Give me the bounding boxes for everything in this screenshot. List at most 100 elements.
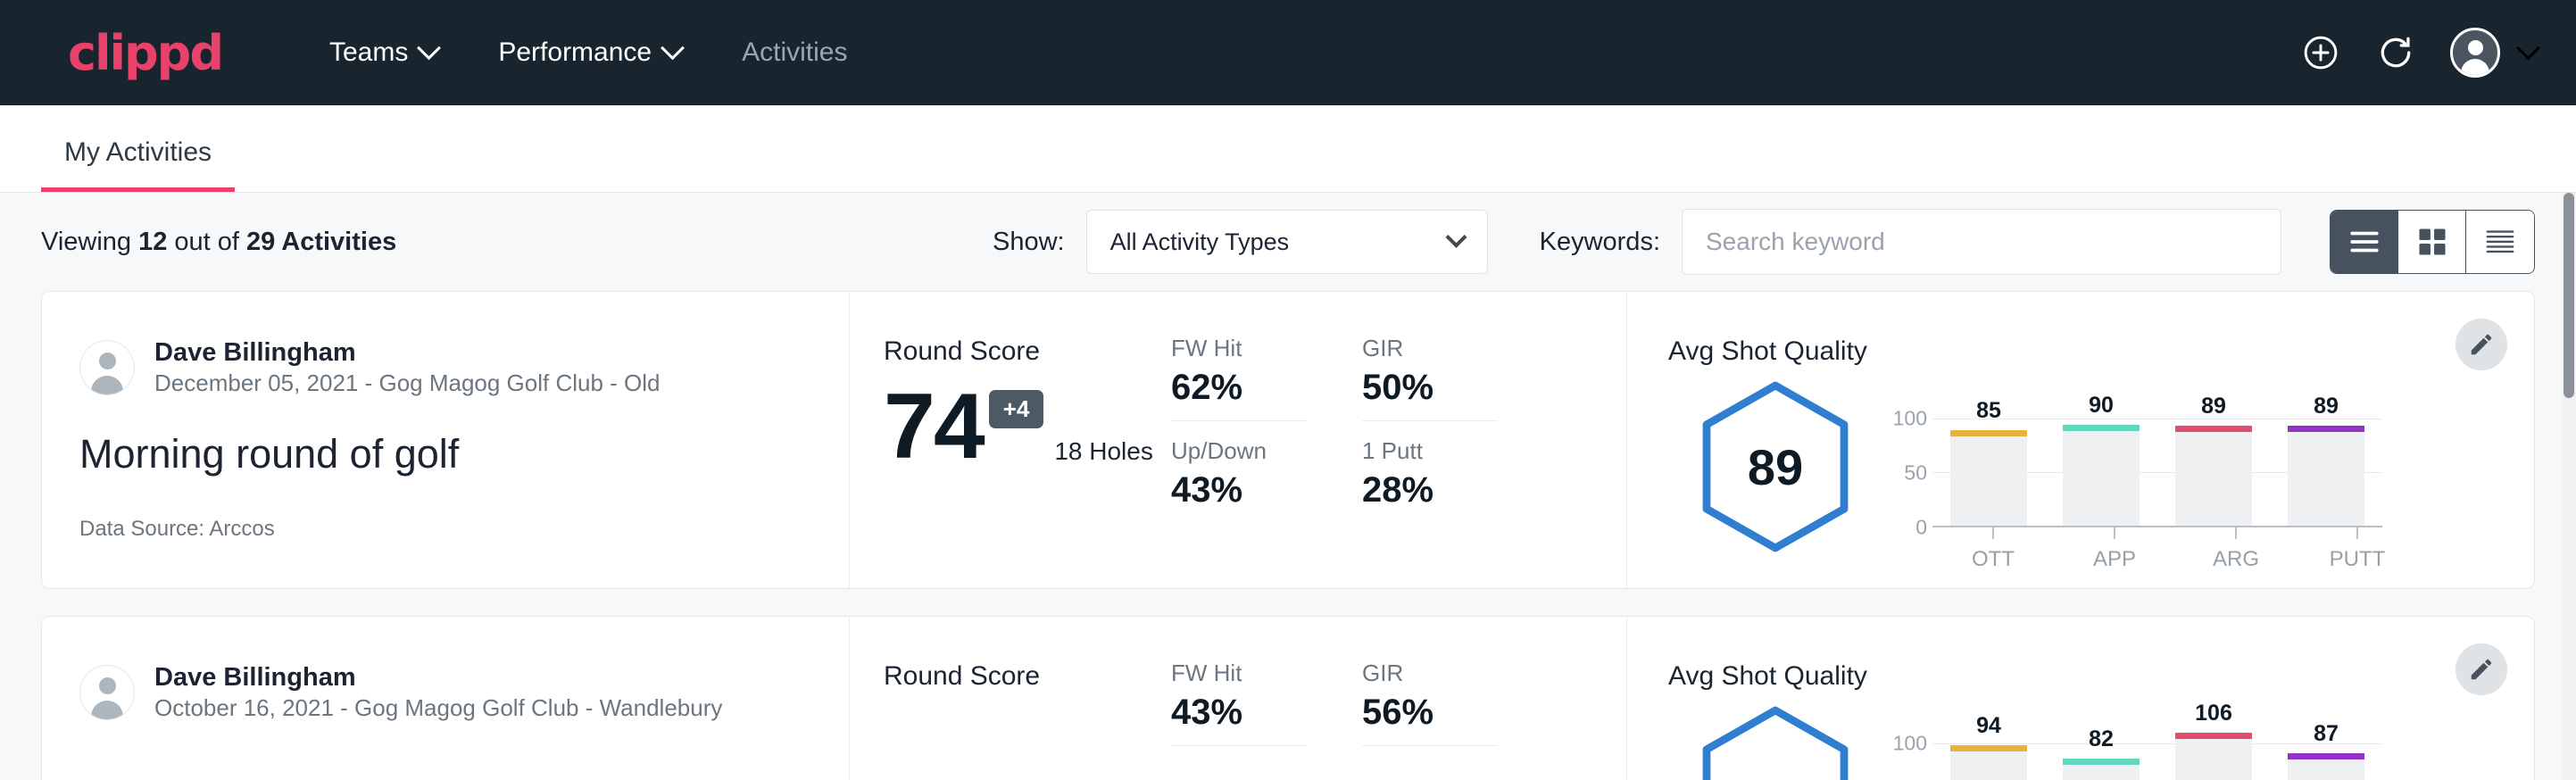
stat-one-putt: 1 Putt 28% (1362, 437, 1498, 510)
avg-shot-quality-label: Avg Shot Quality (1668, 336, 2534, 367)
activity-card[interactable]: Dave Billingham October 16, 2021 - Gog M… (41, 616, 2535, 780)
tab-label: My Activities (64, 137, 212, 167)
avatar (79, 340, 135, 395)
chart-bar-column: 85 (1950, 392, 2027, 526)
round-score-value-row: 74 +4 18 Holes (884, 378, 1171, 471)
avg-shot-quality-section: Avg Shot Quality 89 100 50 (1626, 292, 2534, 588)
avg-shot-quality-value: 89 (1697, 379, 1854, 554)
stat-label: GIR (1362, 660, 1498, 687)
chart-x-tick: PUTT (2319, 527, 2396, 572)
chart-bar (1950, 750, 2027, 780)
view-mode-compact-button[interactable] (2466, 211, 2534, 273)
tab-bar: My Activities (0, 105, 2576, 193)
stat-gir: GIR 56% (1362, 660, 1498, 746)
shot-quality-bar-chart: 100 50 0 948210687 OTTAPPARGPUTT (1882, 697, 2418, 780)
nav-item-activities[interactable]: Activities (711, 27, 877, 79)
nav-label-activities: Activities (742, 37, 847, 68)
stat-value: 50% (1362, 368, 1498, 408)
shot-quality-bar-chart: 100 50 0 85908989 OTTAPPARGPUTT (1882, 372, 2418, 572)
chart-x-tick: OTT (1955, 527, 2032, 572)
chart-y-axis: 100 50 0 (1882, 392, 1932, 527)
avatar (79, 665, 135, 720)
chart-y-axis: 100 50 0 (1882, 717, 1932, 780)
view-mode-toggle-group (2330, 210, 2535, 274)
edit-activity-button[interactable] (2456, 643, 2507, 695)
add-circle-icon[interactable] (2300, 32, 2341, 73)
chart-bar-column: 94 (1950, 717, 2027, 780)
chart-bar-column: 82 (2063, 717, 2140, 780)
round-score-value: 74 (884, 383, 984, 471)
stat-label: GIR (1362, 335, 1498, 362)
view-mode-grid-button[interactable] (2398, 211, 2466, 273)
pencil-icon (2468, 331, 2495, 358)
nav-label-teams: Teams (329, 37, 408, 68)
stat-label: FW Hit (1171, 660, 1307, 687)
activity-type-value: All Activity Types (1110, 228, 1290, 256)
account-menu[interactable] (2450, 28, 2537, 78)
activity-title: Morning round of golf (79, 431, 849, 477)
nav-item-teams[interactable]: Teams (299, 27, 468, 79)
stat-label: 1 Putt (1362, 437, 1498, 465)
activity-stats: FW Hit 43% GIR 56% (1171, 617, 1626, 780)
chart-x-label: OTT (1955, 547, 2032, 572)
score-diff-badge: +4 (989, 390, 1044, 428)
chart-bar-value: 89 (2288, 394, 2364, 419)
tick-mark (1992, 527, 1994, 539)
y-tick-0: 0 (1915, 516, 1927, 540)
filter-controls: Show: All Activity Types Keywords: (993, 209, 2535, 275)
activity-card[interactable]: Dave Billingham December 05, 2021 - Gog … (41, 291, 2535, 589)
chart-bar-value: 89 (2175, 394, 2252, 419)
tick-mark (2356, 527, 2358, 539)
search-input[interactable] (1706, 228, 2257, 256)
chart-bar-value: 94 (1950, 713, 2027, 739)
edit-activity-button[interactable] (2456, 319, 2507, 370)
activity-meta: December 05, 2021 - Gog Magog Golf Club … (154, 369, 661, 399)
chart-bar (2063, 429, 2140, 526)
nav-item-performance[interactable]: Performance (468, 27, 711, 79)
stat-value: 62% (1171, 368, 1307, 408)
scrollbar-thumb[interactable] (2564, 193, 2574, 398)
header-actions (2300, 28, 2537, 78)
chart-bar (2175, 737, 2252, 780)
stat-up-down: Up/Down 43% (1171, 437, 1307, 510)
filter-bar: Viewing 12 out of 29 Activities Show: Al… (0, 193, 2576, 291)
activity-type-select[interactable]: All Activity Types (1086, 210, 1488, 274)
activity-author: Dave Billingham October 16, 2021 - Gog M… (79, 661, 849, 724)
chart-plot-area: 94 82 106 87 (1932, 717, 2382, 780)
stat-gir: GIR 50% (1362, 335, 1498, 421)
chart-bar-column: 106 (2175, 717, 2252, 780)
brand-logo[interactable]: clippd (68, 25, 222, 81)
tick-mark (2114, 527, 2115, 539)
chart-x-label: PUTT (2319, 547, 2396, 572)
tick-mark (2235, 527, 2237, 539)
tab-my-activities[interactable]: My Activities (41, 137, 235, 192)
stat-value: 43% (1171, 693, 1307, 733)
activity-author: Dave Billingham December 05, 2021 - Gog … (79, 336, 849, 399)
refresh-icon[interactable] (2375, 32, 2416, 73)
page-scrollbar[interactable] (2562, 193, 2576, 780)
pencil-icon (2468, 656, 2495, 683)
view-mode-list-button[interactable] (2331, 211, 2398, 273)
viewing-mid: out of (167, 228, 246, 256)
chart-x-tick: ARG (2198, 527, 2274, 572)
viewing-summary: Viewing 12 out of 29 Activities (41, 228, 396, 257)
chart-x-label: ARG (2198, 547, 2274, 572)
chart-bar-column: 87 (2288, 717, 2364, 780)
chart-bar-value: 82 (2063, 726, 2140, 752)
stat-value: 43% (1171, 470, 1307, 510)
author-name: Dave Billingham (154, 661, 722, 693)
main-nav: Teams Performance Activities (299, 27, 877, 79)
search-input-wrapper[interactable] (1682, 209, 2281, 275)
activity-list: Dave Billingham December 05, 2021 - Gog … (0, 291, 2576, 780)
stat-fw-hit: FW Hit 62% (1171, 335, 1307, 421)
activity-meta: October 16, 2021 - Gog Magog Golf Club -… (154, 693, 722, 724)
holes-played: 18 Holes (1054, 437, 1153, 466)
y-tick-50: 50 (1904, 461, 1927, 485)
chart-bar-value: 87 (2288, 721, 2364, 747)
avg-shot-quality-value (1697, 704, 1854, 780)
viewing-count: 12 (138, 228, 167, 256)
chart-bars: 85908989 (1932, 392, 2382, 526)
viewing-total: 29 Activities (246, 228, 396, 256)
activity-summary: Dave Billingham December 05, 2021 - Gog … (42, 292, 850, 588)
activity-stats: FW Hit 62% GIR 50% Up/Down 43% 1 Putt 28… (1171, 292, 1626, 588)
